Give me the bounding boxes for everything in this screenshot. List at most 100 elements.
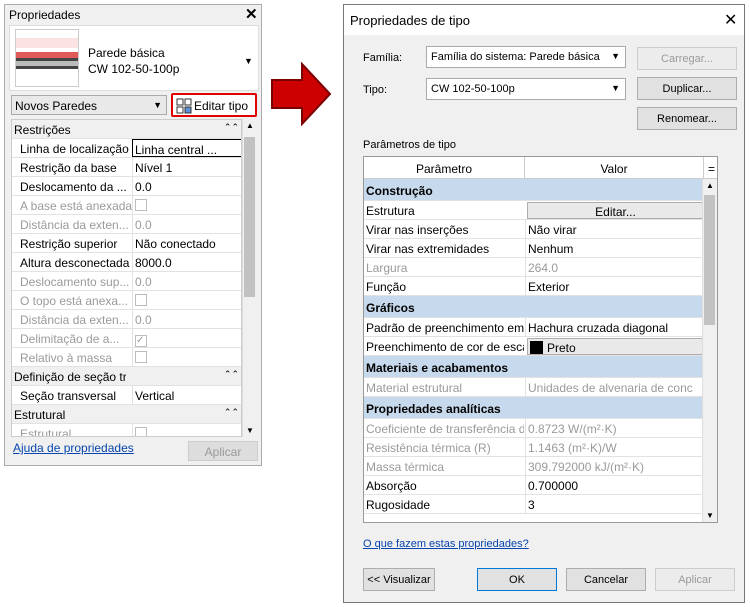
palette-property-row[interactable]: Distância da exten... 0.0 [12, 215, 241, 234]
parameter-name: Gráficos [366, 301, 415, 315]
parameter-row[interactable]: Resistência térmica (R) 1.1463 (m²·K)/W [364, 438, 717, 457]
load-button[interactable]: Carregar... [637, 47, 737, 70]
parameter-row[interactable]: Virar nas inserções Não virar [364, 220, 717, 239]
palette-property-row[interactable]: Seção transversal Vertical [12, 386, 241, 405]
property-value[interactable]: Não conectado [132, 234, 241, 252]
parameter-row[interactable]: Largura 264.0 [364, 258, 717, 277]
parameter-value[interactable]: Não virar [525, 220, 704, 238]
collapse-icon[interactable]: ⌃⌃ [224, 369, 239, 380]
property-value[interactable]: 8000.0 [132, 253, 241, 271]
parameter-name: Largura [366, 261, 408, 275]
palette-scroll-thumb[interactable] [244, 137, 255, 297]
parameter-value[interactable]: Exterior [525, 277, 704, 295]
parameter-row[interactable]: Absorção 0.700000 [364, 476, 717, 495]
ok-button[interactable]: OK [477, 568, 557, 591]
palette-property-row[interactable]: A base está anexada [12, 196, 241, 215]
apply-button[interactable]: Aplicar [188, 441, 258, 461]
palette-section-header[interactable]: Definição de seção transversal ⌃⌃ [12, 367, 241, 386]
property-value[interactable]: 0.0 [132, 177, 241, 195]
parameter-name: Preenchimento de cor de esca [366, 340, 524, 354]
parameter-row[interactable]: Rugosidade 3 [364, 495, 717, 514]
parameter-name: Construção [366, 184, 433, 198]
properties-help-link[interactable]: Ajuda de propriedades [13, 441, 134, 455]
color-name: Preto [547, 341, 576, 355]
parameter-name: Coeficiente de transferência d [366, 422, 524, 436]
property-label: Restrições [14, 123, 71, 137]
parameter-group-header[interactable]: Construção⌃ [364, 179, 717, 201]
type-dropdown[interactable]: CW 102-50-100p ▼ [426, 78, 626, 100]
palette-property-row[interactable]: Deslocamento sup... 0.0 [12, 272, 241, 291]
property-label: Relativo à massa [20, 351, 113, 365]
palette-property-row[interactable]: Restrição superior Não conectado [12, 234, 241, 253]
color-picker-button[interactable]: Preto [527, 338, 704, 355]
parameters-scroll-thumb[interactable] [704, 195, 715, 325]
property-value[interactable]: Nível 1 [132, 158, 241, 176]
property-value [132, 424, 241, 436]
parameter-group-header[interactable]: Propriedades analíticas⌃ [364, 397, 717, 419]
property-value[interactable]: Linha central ... [132, 139, 241, 157]
parameter-row[interactable]: Material estrutural Unidades de alvenaria… [364, 378, 717, 397]
duplicate-button[interactable]: Duplicar... [637, 77, 737, 100]
instance-filter-dropdown[interactable]: Novos Paredes ▼ [11, 95, 167, 115]
parameter-row[interactable]: Padrão de preenchimento em Hachura cruzad… [364, 318, 717, 337]
checkbox[interactable] [135, 427, 147, 436]
parameter-value[interactable]: 3 [525, 495, 704, 513]
column-header-parameter[interactable]: Parâmetro [364, 157, 525, 179]
palette-property-row[interactable]: Linha de localização Linha central ... [12, 139, 241, 158]
dialog-title: Propriedades de tipo [350, 13, 470, 28]
property-value[interactable]: Vertical [132, 386, 241, 404]
palette-section-header[interactable]: Restrições ⌃⌃ [12, 120, 241, 139]
parameter-name: Virar nas extremidades [366, 242, 490, 256]
parameter-value[interactable]: Hachura cruzada diagonal [525, 318, 704, 336]
chevron-down-icon[interactable]: ▼ [244, 56, 253, 66]
property-label: A base está anexada [20, 199, 132, 213]
parameter-row[interactable]: Estrutura Editar... [364, 201, 717, 220]
parameter-row[interactable]: Massa térmica 309.792000 kJ/(m²·K) [364, 457, 717, 476]
parameter-row[interactable]: Preenchimento de cor de esca Preto [364, 337, 717, 356]
palette-title: Propriedades [9, 8, 81, 22]
column-header-equals[interactable]: = [704, 157, 717, 179]
palette-property-row[interactable]: Relativo à massa [12, 348, 241, 367]
rename-button[interactable]: Renomear... [637, 107, 737, 130]
collapse-icon[interactable]: ⌃⌃ [224, 407, 239, 418]
palette-property-row[interactable]: Altura desconectada 8000.0 [12, 253, 241, 272]
property-label: O topo está anexa... [20, 294, 129, 308]
palette-property-row[interactable]: Delimitação de a... ✓ [12, 329, 241, 348]
palette-property-row[interactable]: Restrição da base Nível 1 [12, 158, 241, 177]
parameter-group-header[interactable]: Gráficos⌃ [364, 296, 717, 318]
property-label: Altura desconectada [20, 256, 130, 270]
palette-section-header[interactable]: Estrutural ⌃⌃ [12, 405, 241, 424]
property-label: Estrutural [14, 408, 66, 422]
parameter-group-header[interactable]: Materiais e acabamentos⌃ [364, 356, 717, 378]
instance-filter-value: Novos Paredes [15, 99, 98, 113]
family-dropdown[interactable]: Família do sistema: Parede básica ▼ [426, 46, 626, 68]
parameter-value[interactable]: Nenhum [525, 239, 704, 257]
close-icon[interactable]: ✕ [245, 5, 258, 23]
collapse-icon[interactable]: ⌃⌃ [224, 122, 239, 133]
checkbox[interactable] [135, 351, 147, 363]
parameter-row[interactable]: Coeficiente de transferência d 0.8723 W/(… [364, 419, 717, 438]
parameter-value[interactable]: 0.700000 [525, 476, 704, 494]
preview-button[interactable]: << Visualizar [363, 568, 435, 591]
apply-button[interactable]: Aplicar [655, 568, 735, 591]
checkbox[interactable] [135, 199, 147, 211]
edit-type-button[interactable]: Editar tipo [171, 93, 257, 117]
property-value: 0.0 [132, 272, 241, 290]
edit-structure-button[interactable]: Editar... [527, 202, 704, 219]
parameter-name: Virar nas inserções [366, 223, 469, 237]
checkbox[interactable] [135, 294, 147, 306]
palette-property-row[interactable]: O topo está anexa... [12, 291, 241, 310]
column-header-value[interactable]: Valor [525, 157, 704, 179]
parameter-row[interactable]: Função Exterior [364, 277, 717, 296]
family-value: Família do sistema: Parede básica [431, 51, 600, 63]
parameter-row[interactable]: Virar nas extremidades Nenhum [364, 239, 717, 258]
palette-property-row[interactable]: Distância da exten... 0.0 [12, 310, 241, 329]
what-do-these-properties-do-link[interactable]: O que fazem estas propriedades? [363, 538, 529, 550]
cancel-button[interactable]: Cancelar [566, 568, 646, 591]
palette-property-row[interactable]: Estrutural [12, 424, 241, 436]
type-parameters-table: Parâmetro Valor = Construção⌃ Estrutura Ed… [363, 156, 718, 523]
close-icon[interactable]: ✕ [724, 10, 737, 30]
checkbox[interactable]: ✓ [135, 335, 147, 347]
palette-property-row[interactable]: Deslocamento da ... 0.0 [12, 177, 241, 196]
type-selector[interactable]: Parede básica CW 102-50-100p ▼ [9, 25, 259, 91]
